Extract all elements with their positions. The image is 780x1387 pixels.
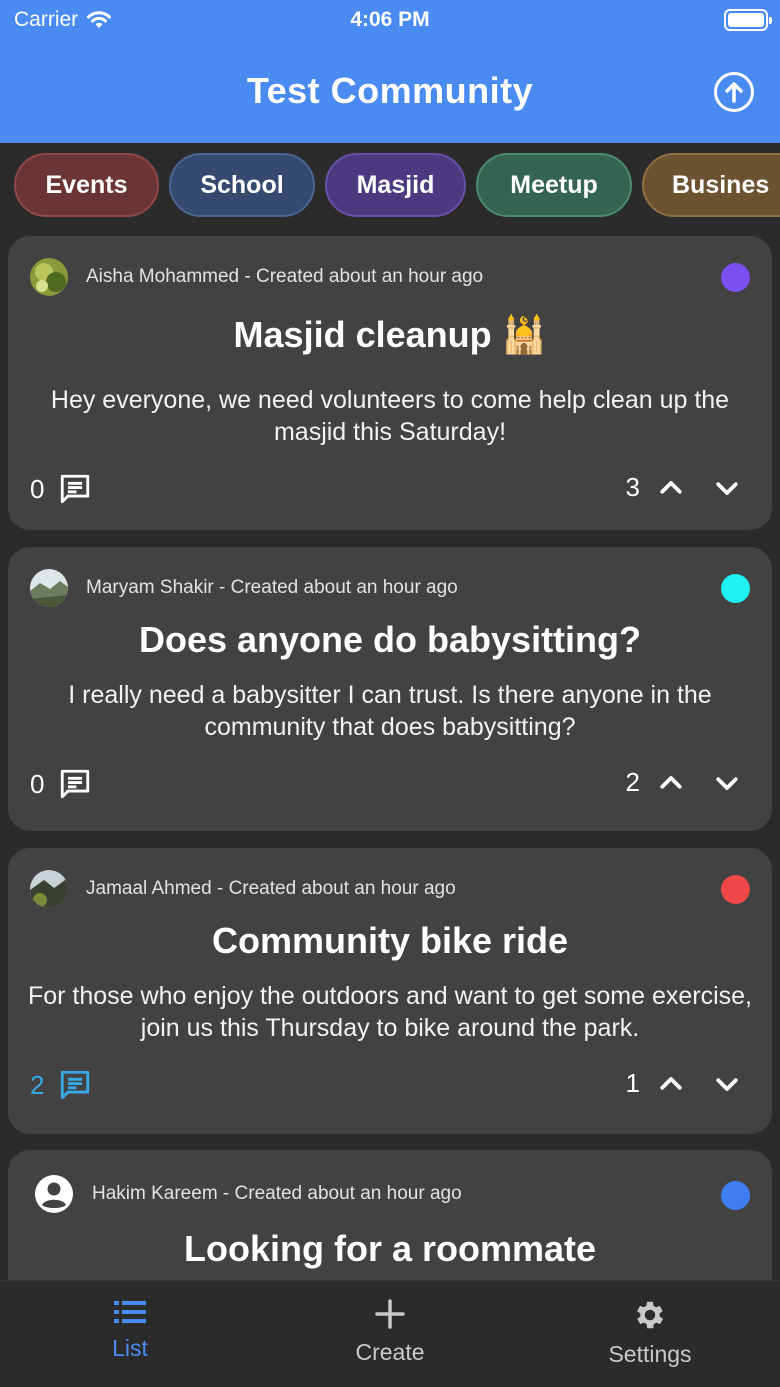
tab-bar: List Create Settings (0, 1280, 780, 1387)
comment-count: 0 (30, 768, 45, 799)
app-header: Carrier 4:06 PM Test Community (0, 0, 780, 143)
tab-create[interactable]: Create (310, 1297, 470, 1366)
post-body: Hey everyone, we need volunteers to come… (50, 386, 730, 446)
list-icon (114, 1301, 146, 1323)
vote-count: 2 (625, 767, 640, 797)
category-chip[interactable]: Busines (642, 153, 780, 217)
category-chip[interactable]: Events (14, 153, 159, 217)
category-filter-bar: Events School Masjid Meetup Busines (0, 152, 780, 220)
upvote-icon[interactable] (656, 768, 686, 798)
post-body: I really need a babysitter I can trust. … (68, 681, 712, 741)
vote-controls: 3 (626, 472, 742, 503)
tab-label: List (112, 1335, 148, 1361)
category-chip-label: Masjid (356, 170, 435, 199)
post-card[interactable]: Maryam Shakir - Created about an hour ag… (8, 547, 772, 831)
category-chip-label: Busines (672, 170, 770, 199)
post-meta: Hakim Kareem - Created about an hour ago (34, 1174, 462, 1214)
category-chip-label: Events (45, 170, 128, 199)
category-chip[interactable]: Masjid (325, 153, 466, 217)
post-title: Community bike ride (211, 920, 569, 961)
downvote-icon[interactable] (712, 473, 742, 503)
post-title: Masjid cleanup 🕌 (233, 314, 547, 355)
post-card[interactable]: Hakim Kareem - Created about an hour ago… (8, 1150, 772, 1280)
tab-label: Create (355, 1339, 425, 1365)
comment-button[interactable]: 0 (30, 767, 92, 801)
comment-count: 0 (30, 473, 45, 504)
category-dot (721, 263, 750, 292)
comment-button[interactable]: 0 (30, 472, 92, 506)
post-title: Does anyone do babysitting? (138, 619, 642, 660)
account-circle-icon (35, 1175, 73, 1213)
upvote-icon[interactable] (656, 1069, 686, 1099)
status-time: 4:06 PM (350, 8, 430, 31)
category-dot (721, 1181, 750, 1210)
downvote-icon[interactable] (712, 768, 742, 798)
category-dot (721, 574, 750, 603)
tab-settings[interactable]: Settings (570, 1297, 730, 1368)
battery-icon (724, 9, 772, 31)
vote-controls: 2 (626, 767, 742, 798)
post-meta: Maryam Shakir - Created about an hour ag… (30, 569, 458, 607)
category-dot (721, 875, 750, 904)
plus-icon (375, 1299, 405, 1329)
post-author-line: Aisha Mohammed - Created about an hour a… (86, 266, 484, 287)
comment-icon (61, 769, 90, 799)
category-chip-label: Meetup (510, 170, 598, 199)
post-card[interactable]: Jamaal Ahmed - Created about an hour ago… (8, 848, 772, 1134)
vote-controls: 1 (626, 1068, 742, 1099)
post-meta: Jamaal Ahmed - Created about an hour ago (30, 870, 456, 908)
tab-label: Settings (608, 1341, 692, 1367)
post-author-line: Hakim Kareem - Created about an hour ago (92, 1183, 462, 1204)
vote-count: 1 (625, 1068, 640, 1098)
tab-list[interactable]: List (50, 1297, 210, 1362)
avatar (30, 870, 68, 908)
comment-icon (61, 474, 90, 504)
comment-count: 2 (30, 1069, 45, 1100)
avatar (30, 258, 68, 296)
upvote-icon[interactable] (656, 473, 686, 503)
downvote-icon[interactable] (712, 1069, 742, 1099)
category-chip[interactable]: School (169, 153, 315, 217)
arrow-up-icon (725, 82, 743, 103)
post-feed: Aisha Mohammed - Created about an hour a… (0, 230, 780, 1280)
upload-button[interactable] (714, 72, 754, 112)
category-chip-label: School (200, 170, 284, 199)
post-author-line: Maryam Shakir - Created about an hour ag… (86, 577, 458, 598)
page-title: Test Community (246, 70, 534, 111)
post-title: Looking for a roommate (183, 1228, 597, 1269)
category-chip[interactable]: Meetup (476, 153, 632, 217)
comment-icon (61, 1070, 90, 1100)
status-bar: Carrier 4:06 PM (0, 0, 780, 42)
avatar (30, 569, 68, 607)
post-card[interactable]: Aisha Mohammed - Created about an hour a… (8, 236, 772, 530)
post-author-line: Jamaal Ahmed - Created about an hour ago (86, 878, 456, 899)
gear-icon (637, 1301, 664, 1329)
vote-count: 3 (625, 472, 640, 502)
comment-button[interactable]: 2 (30, 1068, 92, 1102)
post-body: For those who enjoy the outdoors and wan… (27, 982, 753, 1042)
post-meta: Aisha Mohammed - Created about an hour a… (30, 258, 483, 296)
